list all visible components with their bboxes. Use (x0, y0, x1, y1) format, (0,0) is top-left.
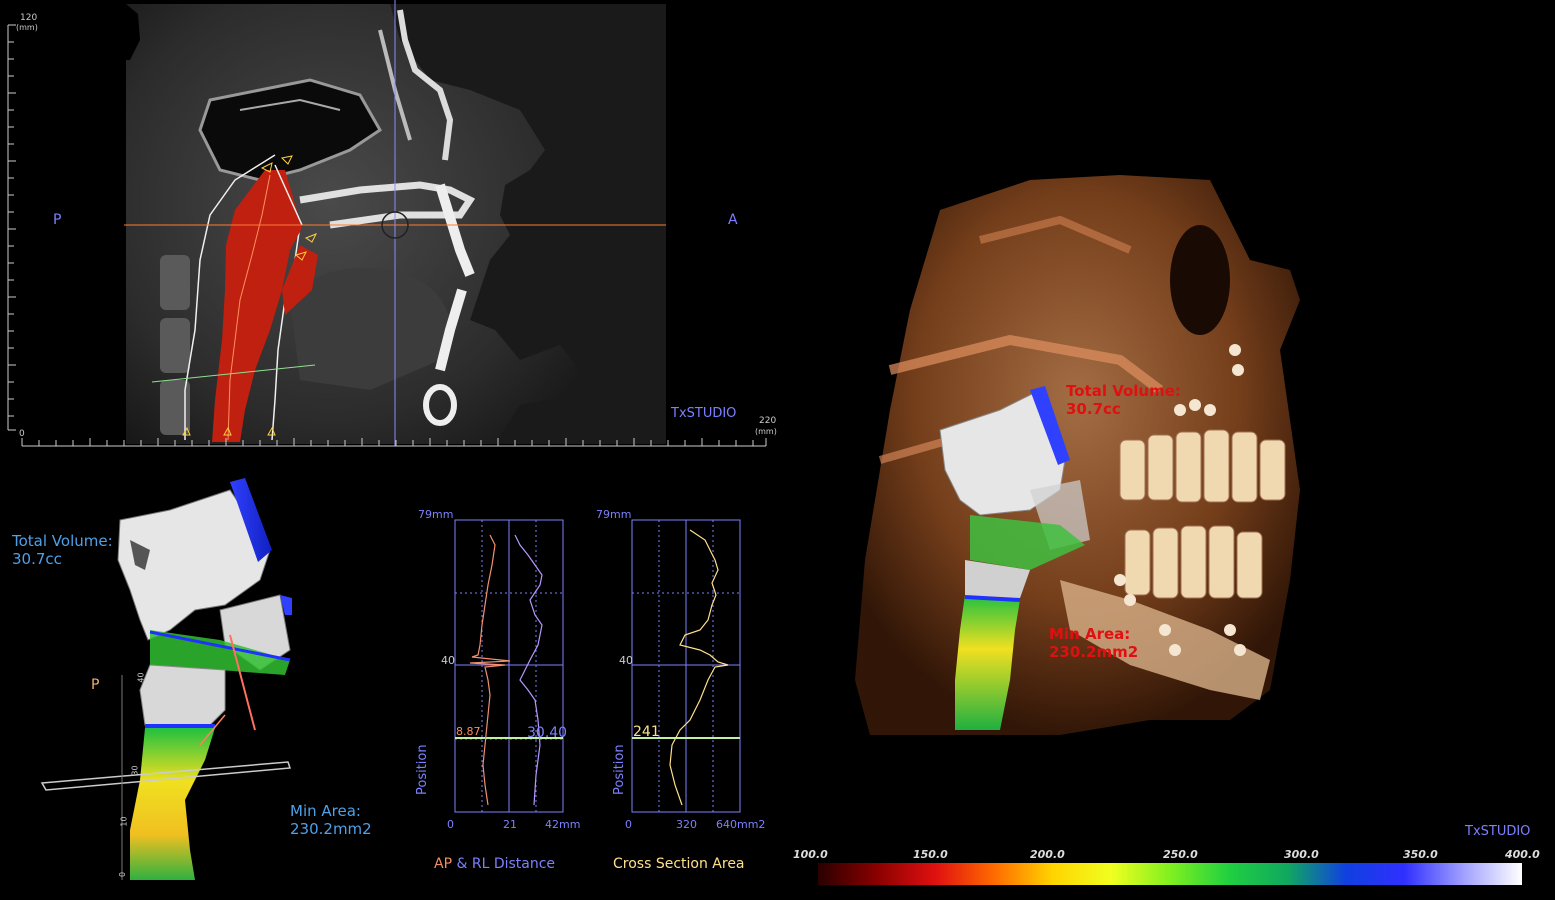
rl-distance-line (514, 534, 543, 806)
distance-y-axis-label: Position (415, 744, 430, 795)
area-y-mid: 40 (619, 654, 633, 667)
ruler-right-unit: (mm) (755, 427, 777, 436)
rl-value: 30.40 (527, 725, 568, 741)
colorbar-gradient (818, 863, 1522, 885)
posterior-label: P (53, 212, 62, 228)
area-y-axis-label: Position (612, 744, 627, 795)
ruler-origin-label: 0 (19, 429, 25, 439)
area-value: 241 (633, 724, 660, 740)
scale-tick-40: 40 (136, 672, 146, 683)
airway-3d-view[interactable]: Total Volume: 30.7cc P Min Area: 230.2mm… (0, 470, 400, 900)
distance-graph-title: AP & RL Distance (434, 856, 555, 872)
distance-y-mid: 40 (441, 654, 455, 667)
total-volume-label: Total Volume: (12, 532, 113, 550)
area-y-max: 79mm (596, 508, 632, 521)
distance-y-max: 79mm (418, 508, 454, 521)
render-total-volume-label: Total Volume: (1066, 382, 1181, 400)
colorbar-label-200: 200.0 (1030, 848, 1065, 861)
ruler-top-label: 120 (20, 13, 38, 23)
distance-x-tick-0: 0 (447, 818, 454, 831)
scale-tick-30: 30 (130, 765, 140, 776)
min-area-value: 230.2mm2 (290, 820, 372, 838)
area-graph[interactable]: 79mm 40 241 Position 0 320 640mm2 Cross … (590, 505, 780, 885)
sagittal-watermark: TxSTUDIO (671, 406, 737, 421)
area-x-tick-320: 320 (676, 818, 697, 831)
colorbar-label-150: 150.0 (913, 848, 948, 861)
anterior-label: A (728, 212, 738, 228)
render-total-volume-value: 30.7cc (1066, 400, 1121, 418)
render-min-area-label: Min Area: (1049, 625, 1131, 643)
colorbar-label-350: 350.0 (1403, 848, 1438, 861)
ruler-right-label: 220 (759, 416, 777, 426)
airway-posterior-label: P (91, 677, 100, 693)
distance-x-tick-21: 21 (503, 818, 517, 831)
distance-x-tick-42: 42mm (545, 818, 581, 831)
ct-sagittal-image (7, 0, 767, 447)
sagittal-view[interactable]: 120 (mm) 0 220 (mm) P A TxSTUDIO (0, 0, 790, 460)
colorbar-label-100: 100.0 (793, 848, 828, 861)
ruler-top-unit: (mm) (16, 23, 38, 32)
volume-render-image (855, 175, 1300, 735)
scale-tick-10: 10 (119, 816, 129, 827)
area-graph-title: Cross Section Area (613, 856, 745, 872)
ap-value: 8.87 (456, 725, 481, 738)
volume-render-view[interactable]: Total Volume: 30.7cc Min Area: 230.2mm2 (830, 160, 1330, 760)
colorbar-label-300: 300.0 (1284, 848, 1319, 861)
area-x-tick-0: 0 (625, 818, 632, 831)
distance-title-rest: & RL Distance (452, 856, 556, 872)
distance-graph[interactable]: 79mm 40 8.87 30.40 Position 0 21 42mm AP… (410, 505, 590, 885)
ap-distance-line (469, 534, 511, 806)
render-watermark: TxSTUDIO (1465, 824, 1531, 839)
min-area-label: Min Area: (290, 802, 361, 820)
colorbar-label-400: 400.0 (1505, 848, 1540, 861)
cross-section-area-line (669, 529, 729, 806)
render-min-area-value: 230.2mm2 (1049, 643, 1139, 661)
scale-tick-0: 0 (118, 871, 128, 878)
area-x-tick-640: 640mm2 (716, 818, 766, 831)
colorbar-label-250: 250.0 (1163, 848, 1198, 861)
distance-title-ap: AP (434, 856, 453, 872)
color-scale-bar: 100.0 150.0 200.0 250.0 300.0 350.0 400.… (790, 845, 1550, 895)
total-volume-value: 30.7cc (12, 550, 62, 568)
